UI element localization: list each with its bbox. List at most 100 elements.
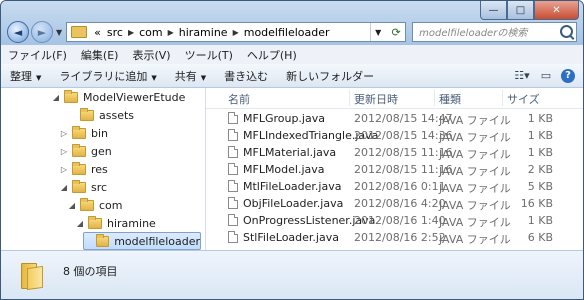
burn-button[interactable]: 書き込む bbox=[215, 68, 277, 84]
column-divider[interactable] bbox=[349, 90, 350, 106]
file-row[interactable]: MFLGroup.java 2012/08/15 14:47 JAVA ファイル… bbox=[206, 110, 583, 127]
tree-expander-icon[interactable]: ▷ bbox=[59, 165, 69, 174]
breadcrumb-com[interactable]: com bbox=[136, 26, 166, 39]
java-file-icon bbox=[228, 163, 238, 175]
file-size: 1 KB bbox=[527, 129, 553, 142]
chevron-down-icon: ▼ bbox=[36, 73, 42, 82]
folder-icon bbox=[72, 161, 86, 175]
file-date: 2012/08/16 1:40 bbox=[354, 214, 446, 227]
column-header-name[interactable]: 名前 bbox=[228, 91, 250, 107]
share-button[interactable]: 共有 ▼ bbox=[166, 68, 215, 84]
search-box[interactable] bbox=[412, 22, 577, 42]
help-icon[interactable]: ? bbox=[561, 68, 575, 83]
column-divider[interactable] bbox=[502, 90, 503, 106]
tree-expander-icon[interactable]: ▷ bbox=[59, 129, 69, 138]
file-type: JAVA ファイル bbox=[439, 233, 511, 246]
breadcrumb-separator-icon[interactable]: ▶ bbox=[126, 28, 136, 37]
organize-label: 整理 bbox=[10, 69, 32, 83]
forward-button[interactable]: ► bbox=[31, 21, 53, 43]
file-row[interactable]: StlFileLoader.java 2012/08/16 2:52 JAVA … bbox=[206, 229, 583, 246]
file-name: StlFileLoader.java bbox=[243, 231, 339, 244]
tree-item-modelviewerEtude[interactable]: ◢ ModelViewerEtude bbox=[51, 88, 185, 106]
address-dropdown-icon[interactable]: ▼ bbox=[370, 23, 385, 41]
menu-edit[interactable]: 編集(E) bbox=[74, 47, 126, 63]
file-row[interactable]: MtlFileLoader.java 2012/08/16 0:11 JAVA … bbox=[206, 178, 583, 195]
file-row[interactable]: MFLMaterial.java 2012/08/15 11:16 JAVA フ… bbox=[206, 144, 583, 161]
column-header-size[interactable]: サイズ bbox=[507, 91, 540, 107]
window-controls: — □ ✕ bbox=[480, 1, 579, 20]
tree-expander-icon[interactable]: ◢ bbox=[67, 201, 77, 210]
back-button[interactable]: ◄ bbox=[7, 21, 29, 43]
menu-tools[interactable]: ツール(T) bbox=[178, 47, 240, 63]
file-date: 2012/08/15 14:36 bbox=[354, 129, 453, 142]
file-row[interactable]: MFLModel.java 2012/08/15 11:16 JAVA ファイル… bbox=[206, 161, 583, 178]
search-icon[interactable] bbox=[560, 25, 573, 38]
view-options-icon[interactable]: ☷▾ bbox=[513, 68, 531, 84]
breadcrumb-modelfileloader[interactable]: modelfileloader bbox=[241, 26, 333, 39]
menu-file[interactable]: ファイル(F) bbox=[1, 47, 74, 63]
file-date: 2012/08/15 14:47 bbox=[354, 112, 453, 125]
menu-view[interactable]: 表示(V) bbox=[125, 47, 177, 63]
chevron-down-icon: ▼ bbox=[151, 73, 157, 82]
file-row[interactable]: OnProgressListener.java 2012/08/16 1:40 … bbox=[206, 212, 583, 229]
search-input[interactable] bbox=[417, 24, 562, 42]
column-header-date[interactable]: 更新日時 bbox=[354, 91, 398, 107]
tree-expander-icon[interactable]: ◢ bbox=[51, 93, 61, 102]
add-to-library-button[interactable]: ライブラリに追加 ▼ bbox=[50, 68, 165, 84]
preview-pane-icon[interactable]: ▭ bbox=[537, 68, 555, 84]
tree-item-assets[interactable]: assets bbox=[67, 106, 134, 124]
file-date: 2012/08/15 11:16 bbox=[354, 163, 453, 176]
file-size: 16 KB bbox=[520, 197, 553, 210]
tree-item-com[interactable]: ◢ com bbox=[67, 196, 123, 214]
tree-item-label: gen bbox=[91, 144, 112, 158]
column-header-type[interactable]: 種類 bbox=[439, 91, 461, 107]
breadcrumb-separator-icon[interactable]: ▶ bbox=[231, 28, 241, 37]
file-row[interactable]: MFLIndexedTriangle.java 2012/08/15 14:36… bbox=[206, 127, 583, 144]
tree-item-label: src bbox=[91, 180, 108, 194]
tree-item-res[interactable]: ▷ res bbox=[59, 160, 108, 178]
folder-icon bbox=[71, 26, 88, 38]
tree-item-label: modelfileloader bbox=[114, 234, 200, 248]
file-size: 6 KB bbox=[527, 231, 553, 244]
breadcrumb-src[interactable]: src bbox=[104, 26, 126, 39]
breadcrumb-separator-icon[interactable]: ▶ bbox=[166, 28, 176, 37]
minimize-button[interactable]: — bbox=[480, 1, 507, 20]
tree-expander-icon[interactable]: ▷ bbox=[59, 147, 69, 156]
recent-pages-dropdown-icon[interactable]: ▼ bbox=[56, 28, 62, 37]
file-name: MFLMaterial.java bbox=[243, 146, 337, 159]
folder-icon bbox=[21, 263, 45, 291]
tree-item-label: ModelViewerEtude bbox=[83, 90, 186, 104]
maximize-button[interactable]: □ bbox=[507, 1, 534, 20]
folder-icon bbox=[88, 215, 102, 229]
folder-icon bbox=[96, 233, 110, 247]
navigation-tree: ◢ ModelViewerEtude assets ▷ bin ▷ gen ▷ … bbox=[1, 88, 206, 250]
tree-item-label: assets bbox=[99, 108, 135, 122]
file-size: 1 KB bbox=[527, 214, 553, 227]
close-button[interactable]: ✕ bbox=[534, 1, 579, 20]
tree-item-gen[interactable]: ▷ gen bbox=[59, 142, 112, 160]
details-pane: 8 個の項目 bbox=[1, 250, 583, 299]
tree-expander-icon[interactable]: ◢ bbox=[59, 183, 69, 192]
share-label: 共有 bbox=[174, 69, 197, 83]
menu-help[interactable]: ヘルプ(H) bbox=[240, 47, 304, 63]
chevron-down-icon: ▼ bbox=[200, 73, 207, 82]
new-folder-button[interactable]: 新しいフォルダー bbox=[277, 68, 383, 84]
navigation-row: ◄ ► ▼ « src ▶ com ▶ hiramine ▶ modelfile… bbox=[7, 20, 577, 44]
folder-icon bbox=[64, 89, 78, 103]
file-type: JAVA ファイル bbox=[439, 165, 511, 178]
organize-button[interactable]: 整理 ▼ bbox=[1, 68, 50, 84]
address-bar[interactable]: « src ▶ com ▶ hiramine ▶ modelfileloader… bbox=[66, 22, 407, 42]
java-file-icon bbox=[228, 112, 238, 124]
refresh-icon[interactable]: ⟳ bbox=[387, 23, 405, 41]
tree-expander-icon[interactable]: ◢ bbox=[75, 219, 85, 228]
file-row[interactable]: ObjFileLoader.java 2012/08/16 4:20 JAVA … bbox=[206, 195, 583, 212]
tree-item-modelfileloader[interactable]: modelfileloader bbox=[83, 232, 201, 250]
tree-item-src[interactable]: ◢ src bbox=[59, 178, 107, 196]
tree-item-hiramine[interactable]: ◢ hiramine bbox=[75, 214, 156, 232]
breadcrumb-hiramine[interactable]: hiramine bbox=[176, 26, 231, 39]
file-size: 2 KB bbox=[527, 163, 553, 176]
column-divider[interactable] bbox=[434, 90, 435, 106]
breadcrumb-overflow[interactable]: « bbox=[91, 26, 104, 39]
tree-item-bin[interactable]: ▷ bin bbox=[59, 124, 108, 142]
java-file-icon bbox=[228, 146, 238, 158]
